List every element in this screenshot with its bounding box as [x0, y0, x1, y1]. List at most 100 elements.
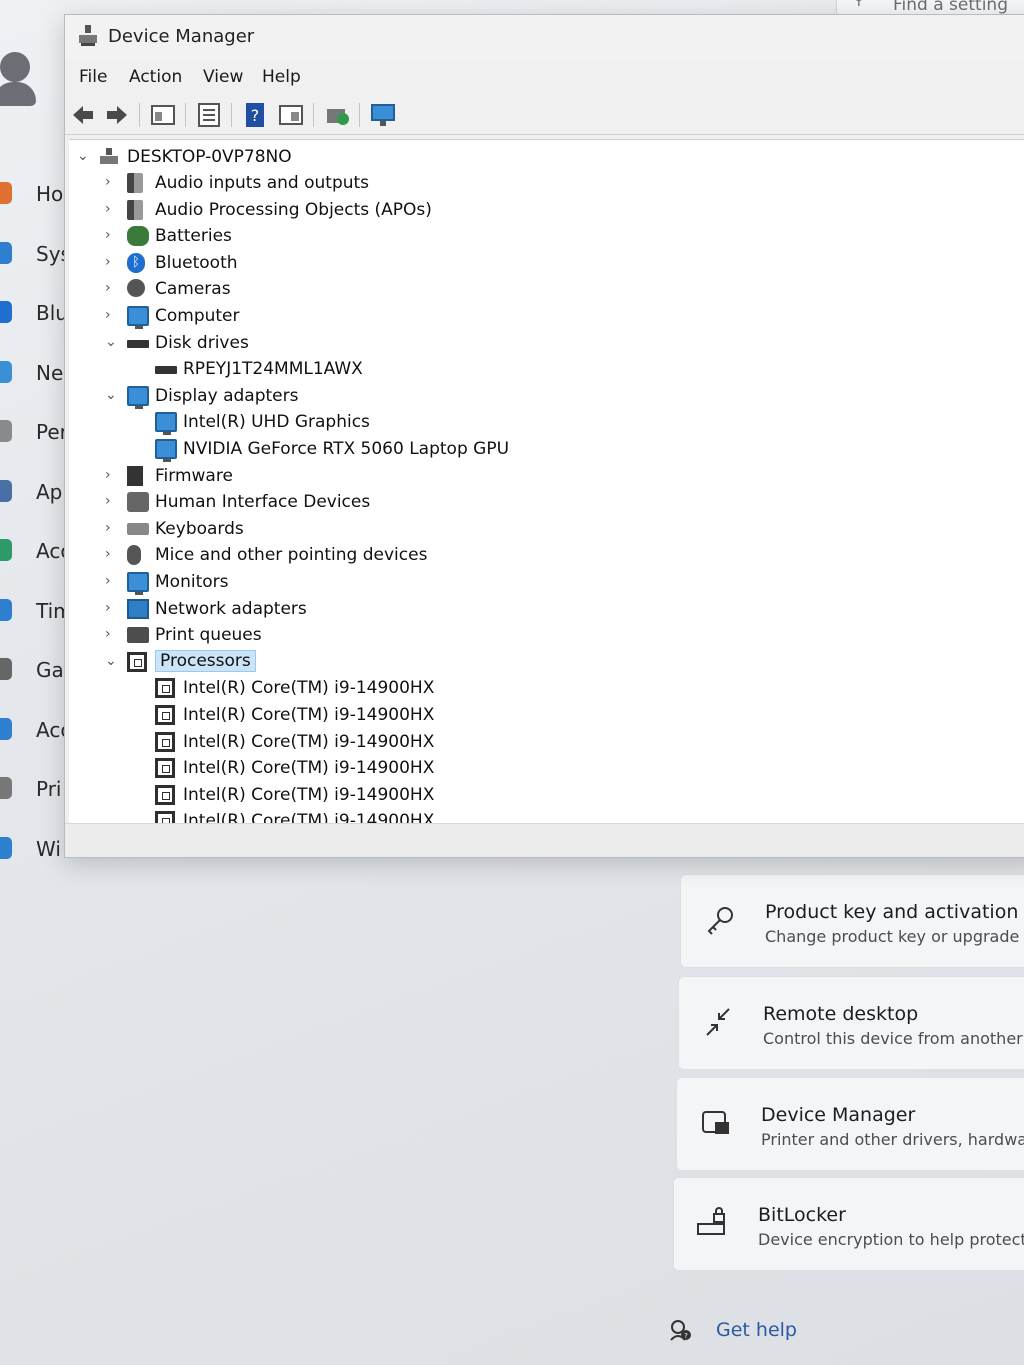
nav-item-3[interactable]: Ne — [0, 355, 70, 391]
disk-icon — [127, 339, 149, 348]
avatar[interactable] — [0, 52, 38, 106]
chevron-right-icon[interactable]: › — [105, 254, 119, 270]
settings-card-remote-desktop[interactable]: Remote desktop Control this device from a… — [678, 976, 1024, 1070]
settings-card-key[interactable]: Product key and activation Change product… — [680, 874, 1024, 968]
tree-category[interactable]: › Mice and other pointing devices — [105, 544, 625, 568]
help-icon[interactable]: ? — [241, 101, 269, 129]
tree-category[interactable]: ⌄ Disk drives — [105, 332, 625, 356]
tree-category[interactable]: › Computer — [105, 305, 625, 329]
tree-category[interactable]: › Network adapters — [105, 598, 625, 622]
chevron-right-icon[interactable]: › — [105, 573, 119, 589]
tree-device[interactable]: Intel(R) Core(TM) i9-14900HX — [133, 784, 653, 808]
net-icon — [127, 598, 149, 619]
console-icon[interactable] — [277, 101, 305, 129]
tree-device[interactable]: Intel(R) Core(TM) i9-14900HX — [133, 731, 653, 755]
chevron-right-icon[interactable]: › — [105, 600, 119, 616]
tree-device[interactable]: Intel(R) UHD Graphics — [133, 411, 653, 436]
nav-item-5[interactable]: Ap — [0, 474, 70, 510]
tree-category[interactable]: › Human Interface Devices — [105, 491, 625, 515]
chevron-down-icon[interactable]: ⌄ — [105, 334, 119, 350]
title-bar[interactable]: Device Manager — [65, 15, 1024, 61]
nav-item-label: Ap — [36, 479, 63, 504]
tree-category[interactable]: › Monitors — [105, 571, 625, 595]
tree-category[interactable]: ⌄ Processors — [105, 649, 625, 675]
nav-item-8[interactable]: Ga — [0, 652, 70, 688]
get-help-label: Get help — [716, 1319, 797, 1341]
chevron-down-icon[interactable]: ⌄ — [105, 653, 119, 669]
settings-card-bitlocker[interactable]: BitLocker Device encryption to help prote… — [673, 1177, 1024, 1271]
tree-device[interactable]: Intel(R) Core(TM) i9-14900HX — [133, 704, 653, 728]
speaker-icon — [127, 173, 143, 193]
chevron-right-icon[interactable]: › — [105, 493, 119, 509]
forward-icon[interactable] — [103, 101, 131, 129]
menu-help[interactable]: Help — [262, 67, 301, 87]
chevron-right-icon[interactable]: › — [105, 174, 119, 190]
tree-label: Network adapters — [155, 598, 307, 619]
device-tree[interactable]: ⌄ DESKTOP-0VP78NO › Audio inputs and outp… — [69, 139, 1024, 825]
tree-category[interactable]: › Audio Processing Objects (APOs) — [105, 199, 625, 223]
nav-item-4[interactable]: Per — [0, 414, 70, 450]
tree-category[interactable]: › Audio inputs and outputs — [105, 172, 625, 196]
search-icon: ⚲ — [853, 0, 865, 8]
tree-device[interactable]: NVIDIA GeForce RTX 5060 Laptop GPU — [133, 438, 653, 462]
chevron-right-icon[interactable]: › — [105, 520, 119, 536]
card-subtitle: Printer and other drivers, hardware — [761, 1130, 1024, 1149]
monitor-icon — [127, 306, 149, 329]
menu-action[interactable]: Action — [129, 67, 182, 87]
chevron-right-icon[interactable]: › — [105, 467, 119, 483]
chevron-right-icon[interactable]: › — [105, 307, 119, 323]
monitor-icon — [155, 439, 177, 462]
nav-item-10[interactable]: Pri — [0, 771, 70, 807]
device-manager-window: Device Manager File Action View Help ? ⌄… — [64, 14, 1024, 858]
nav-item-1[interactable]: Sys — [0, 236, 71, 272]
chevron-right-icon[interactable]: › — [105, 201, 119, 217]
get-help-link[interactable]: ? Get help — [668, 1316, 828, 1346]
chip-icon — [155, 678, 175, 699]
scan-hardware-icon[interactable] — [323, 101, 351, 129]
chevron-right-icon[interactable]: › — [105, 546, 119, 562]
nav-item-label: Pri — [36, 777, 62, 801]
monitor-icon — [155, 412, 177, 436]
nav-item-2[interactable]: Blu — [0, 295, 70, 331]
privacy-icon — [0, 777, 12, 799]
chevron-right-icon[interactable]: › — [105, 227, 119, 243]
nav-item-11[interactable]: Wi — [0, 831, 70, 867]
tree-category[interactable]: › Batteries — [105, 225, 625, 249]
tree-device[interactable]: Intel(R) Core(TM) i9-14900HX — [133, 757, 653, 781]
nav-item-9[interactable]: Acc — [0, 712, 71, 748]
nav-item-0[interactable]: Ho — [0, 176, 70, 212]
settings-card-device-manager[interactable]: Device Manager Printer and other drivers,… — [676, 1077, 1024, 1171]
tree-label: Batteries — [155, 226, 232, 247]
tree-view-icon[interactable] — [195, 101, 223, 129]
chevron-down-icon[interactable]: ⌄ — [105, 387, 119, 403]
tree-category[interactable]: › Print queues — [105, 624, 625, 648]
card-title: Product key and activation — [765, 901, 1019, 923]
menu-view[interactable]: View — [203, 67, 243, 87]
status-bar — [65, 823, 1024, 857]
tree-root[interactable]: ⌄ DESKTOP-0VP78NO — [77, 146, 477, 170]
menu-file[interactable]: File — [79, 67, 107, 87]
back-icon[interactable] — [69, 101, 97, 129]
chip-icon — [155, 731, 175, 752]
tree-device[interactable]: RPEYJ1T24MML1AWX — [133, 358, 653, 382]
tree-label: Mice and other pointing devices — [155, 545, 428, 566]
tree-category[interactable]: ⌄ Display adapters — [105, 385, 625, 409]
tree-device[interactable]: Intel(R) Core(TM) i9-14900HX — [133, 677, 653, 701]
chevron-down-icon[interactable]: ⌄ — [77, 148, 91, 164]
chevron-right-icon[interactable]: › — [105, 626, 119, 642]
device-manager-icon — [699, 1106, 733, 1140]
tree-category[interactable]: › Cameras — [105, 278, 625, 302]
chevron-right-icon[interactable]: › — [105, 280, 119, 296]
mouse-icon — [127, 545, 141, 566]
print-icon — [127, 627, 149, 644]
hid-icon — [127, 492, 149, 513]
tree-category[interactable]: › ᛒ Bluetooth — [105, 252, 625, 276]
nav-item-7[interactable]: Tim — [0, 593, 73, 629]
tree-category[interactable]: › Firmware — [105, 465, 625, 489]
nav-item-6[interactable]: Acc — [0, 533, 71, 569]
tree-category[interactable]: › Keyboards — [105, 518, 625, 542]
card-title: Device Manager — [761, 1104, 916, 1126]
properties-icon[interactable] — [149, 101, 177, 129]
monitor-icon[interactable] — [369, 101, 397, 129]
tree-label: Print queues — [155, 625, 262, 646]
